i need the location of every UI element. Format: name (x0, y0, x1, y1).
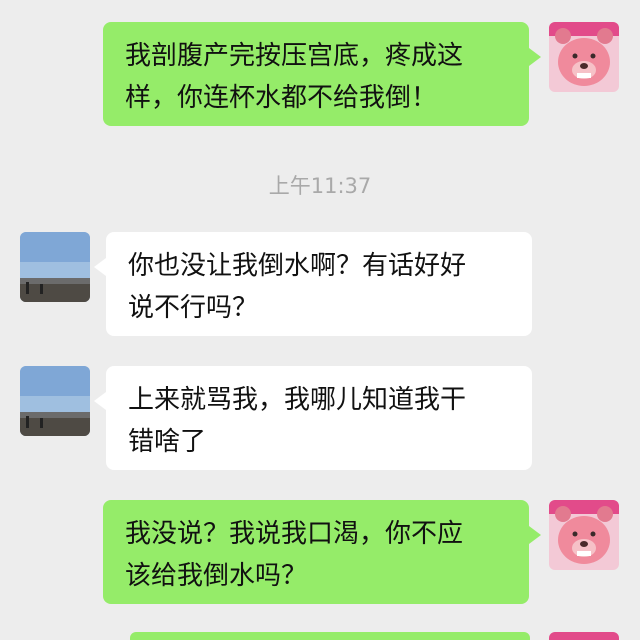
message-text-line: 上来就骂我，我哪儿知道我干 (128, 385, 467, 415)
pink-teddy-bear-avatar[interactable] (549, 500, 619, 570)
bubble-tail (529, 48, 541, 66)
message-bubble[interactable]: 我剖腹产完按压宫底，疼成这 样，你连杯水都不给我倒！ (103, 22, 541, 126)
seaside-landscape-avatar[interactable] (20, 366, 90, 436)
message-bubble[interactable]: 上来就骂我，我哪儿知道我干 错啥了 (94, 366, 532, 470)
message-text-line: 我没说？我说我口渴，你不应 (125, 519, 464, 549)
message-text-line: 我剖腹产完按压宫底，疼成这 (125, 41, 464, 71)
message-text-line: 你也没让我倒水啊？有话好好 (128, 251, 467, 281)
bubble-tail (529, 526, 541, 544)
message-bubble[interactable]: 我没说？我说我口渴，你不应 该给我倒水吗？ (103, 500, 541, 604)
bubble-tail (94, 392, 106, 410)
message-text-line: 样，你连杯水都不给我倒！ (125, 83, 438, 113)
bubble-tail (94, 258, 106, 276)
message-bubble[interactable]: 你也没让我倒水啊？有话好好 说不行吗？ (94, 232, 532, 336)
message-bubble[interactable] (130, 632, 530, 640)
timestamp-label: 上午11:37 (268, 174, 372, 198)
pink-teddy-bear-avatar[interactable] (549, 22, 619, 92)
message-text-line: 错啥了 (128, 427, 207, 457)
pink-teddy-bear-avatar[interactable] (549, 632, 619, 640)
message-text-line: 说不行吗？ (128, 293, 259, 323)
seaside-landscape-avatar[interactable] (20, 232, 90, 302)
message-text-line: 该给我倒水吗？ (125, 561, 308, 591)
